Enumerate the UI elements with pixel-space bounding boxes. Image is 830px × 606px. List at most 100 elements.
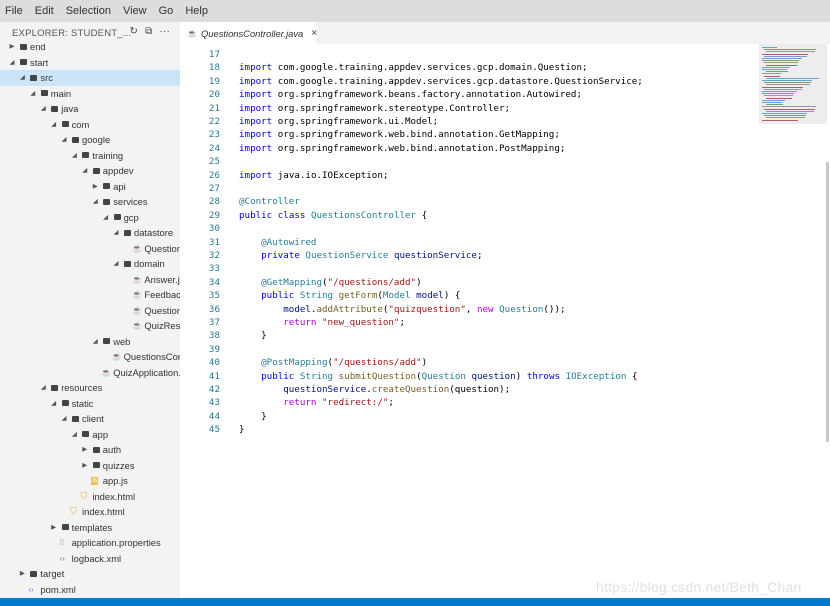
code-token: ) bbox=[515, 370, 522, 382]
chevron-down-icon[interactable]: ◢ bbox=[50, 117, 58, 133]
minimap-line bbox=[764, 95, 793, 97]
minimap[interactable] bbox=[759, 44, 827, 124]
minimap-line bbox=[762, 69, 787, 70]
chevron-down-icon[interactable]: ◢ bbox=[18, 70, 26, 86]
tree-item[interactable]: ◢ src bbox=[0, 70, 180, 86]
tree-item[interactable]: ◢ java bbox=[0, 101, 180, 117]
java-file-icon: ☕ bbox=[132, 305, 143, 315]
vertical-scrollbar[interactable] bbox=[826, 162, 829, 442]
chevron-right-icon[interactable]: ▶ bbox=[91, 179, 99, 195]
refresh-icon[interactable]: ↻ bbox=[129, 26, 138, 37]
tree-item[interactable]: ☕QuizResult.java bbox=[0, 318, 180, 334]
tree-item[interactable]: ▶ target bbox=[0, 566, 180, 582]
tree-item[interactable]: ◢ web bbox=[0, 334, 180, 350]
chevron-right-icon[interactable]: ▶ bbox=[50, 520, 58, 536]
chevron-down-icon[interactable]: ◢ bbox=[8, 55, 16, 71]
tree-item[interactable]: ⛉ index.html bbox=[0, 504, 180, 520]
tree-item[interactable]: ‹› pom.xml bbox=[0, 582, 180, 598]
menu-edit[interactable]: Edit bbox=[29, 0, 60, 22]
line-number: 17 bbox=[208, 49, 220, 60]
chevron-right-icon[interactable]: ▶ bbox=[81, 442, 89, 458]
properties-file-icon: ⁞⁞ bbox=[59, 538, 65, 547]
chevron-down-icon[interactable]: ◢ bbox=[39, 380, 47, 396]
menu-selection[interactable]: Selection bbox=[60, 0, 117, 22]
chevron-down-icon[interactable]: ◢ bbox=[39, 101, 47, 117]
tree-item[interactable]: ☕Answer.java bbox=[0, 272, 180, 288]
tree-item-label: target bbox=[40, 568, 65, 579]
tree-item[interactable]: ◢ datastore bbox=[0, 225, 180, 241]
tree-item[interactable]: ‹› logback.xml bbox=[0, 551, 180, 567]
chevron-down-icon[interactable]: ◢ bbox=[29, 86, 37, 102]
tab-questions-controller[interactable]: ☕ QuestionsController.java × bbox=[180, 22, 317, 44]
chevron-down-icon[interactable]: ◢ bbox=[91, 194, 99, 210]
chevron-down-icon[interactable]: ◢ bbox=[50, 396, 58, 412]
folder-icon bbox=[82, 148, 90, 164]
code-line: 34 @GetMapping("/questions/add") bbox=[180, 276, 740, 289]
chevron-down-icon[interactable]: ◢ bbox=[81, 163, 89, 179]
code-line: 37 return "new_question"; bbox=[180, 316, 740, 329]
tree-item[interactable]: ◢ main bbox=[0, 86, 180, 102]
code-token: class bbox=[277, 209, 306, 221]
java-file-icon: ☕ bbox=[132, 243, 143, 253]
menu-file[interactable]: File bbox=[0, 0, 29, 22]
close-icon[interactable]: × bbox=[311, 28, 317, 39]
chevron-right-icon[interactable]: ▶ bbox=[18, 566, 26, 582]
tree-item[interactable]: JS app.js bbox=[0, 473, 180, 489]
code-token: } bbox=[261, 410, 267, 422]
tree-item[interactable]: ▶ quizzes bbox=[0, 458, 180, 474]
chevron-right-icon[interactable]: ▶ bbox=[81, 458, 89, 474]
tree-item-label: api bbox=[113, 180, 126, 192]
chevron-down-icon[interactable]: ◢ bbox=[102, 210, 110, 226]
line-number: 22 bbox=[208, 116, 220, 127]
chevron-down-icon[interactable]: ◢ bbox=[91, 334, 99, 350]
chevron-down-icon[interactable]: ◢ bbox=[112, 225, 120, 241]
tree-item[interactable]: ◢ app bbox=[0, 427, 180, 443]
tree-item[interactable]: ▶ templates bbox=[0, 520, 180, 536]
chevron-right-icon[interactable]: ▶ bbox=[8, 44, 16, 55]
code-token: Model bbox=[382, 290, 411, 302]
tree-item[interactable]: ☕Feedback.java bbox=[0, 287, 180, 303]
tree-item[interactable]: ◢ client bbox=[0, 411, 180, 427]
tree-item[interactable]: ◢ domain bbox=[0, 256, 180, 272]
collapse-all-icon[interactable]: ⧉ bbox=[145, 26, 152, 37]
tree-item[interactable]: ◢ resources bbox=[0, 380, 180, 396]
tree-item[interactable]: ☕QuestionsController.j... bbox=[0, 349, 180, 365]
chevron-down-icon[interactable]: ◢ bbox=[70, 427, 78, 443]
tree-item[interactable]: ⛉ index.html bbox=[0, 489, 180, 505]
minimap-line bbox=[762, 66, 790, 68]
code-line: 40 @PostMapping("/questions/add") bbox=[180, 356, 740, 369]
tree-item-label: java bbox=[61, 103, 79, 114]
tree-item[interactable]: ◢ training bbox=[0, 148, 180, 164]
tree-item[interactable]: ◢ google bbox=[0, 132, 180, 148]
more-icon[interactable]: ··· bbox=[159, 26, 170, 37]
line-number: 42 bbox=[208, 384, 220, 395]
tree-item[interactable]: ◢ services bbox=[0, 194, 180, 210]
tree-item[interactable]: ⁞⁞ application.properties bbox=[0, 535, 180, 551]
tree-item[interactable]: ◢ start bbox=[0, 55, 180, 71]
tree-item[interactable]: ☕Question.java bbox=[0, 303, 180, 319]
chevron-down-icon[interactable]: ◢ bbox=[70, 148, 78, 164]
tree-item[interactable]: ◢ static bbox=[0, 396, 180, 412]
tree-item[interactable]: ☕QuizApplication.java bbox=[0, 365, 180, 381]
tree-item[interactable]: ◢ com bbox=[0, 117, 180, 133]
chevron-down-icon[interactable]: ◢ bbox=[60, 411, 68, 427]
tree-item-label: Answer.java bbox=[144, 273, 180, 285]
menu-view[interactable]: View bbox=[117, 0, 153, 22]
partial-line-top bbox=[239, 44, 459, 45]
folder-icon bbox=[103, 194, 111, 210]
menu-go[interactable]: Go bbox=[153, 0, 180, 22]
tree-item[interactable]: ▶ api bbox=[0, 179, 180, 195]
chevron-down-icon[interactable]: ◢ bbox=[112, 256, 120, 272]
code-editor[interactable]: 17 18 import com.google.training.appdev.se… bbox=[180, 44, 830, 598]
tree-item-label: com bbox=[71, 118, 90, 130]
minimap-line bbox=[766, 64, 797, 66]
tree-item[interactable]: ◢ gcp bbox=[0, 210, 180, 226]
tree-item[interactable]: ▶ auth bbox=[0, 442, 180, 458]
code-text: import org.springframework.stereotype.Co… bbox=[239, 102, 510, 115]
tree-item[interactable]: ☕QuestionService.j... bbox=[0, 241, 180, 257]
tree-item[interactable]: ◢ appdev bbox=[0, 163, 180, 179]
chevron-down-icon[interactable]: ◢ bbox=[60, 132, 68, 148]
menu-help[interactable]: Help bbox=[179, 0, 214, 22]
tree-item[interactable]: ▶ end bbox=[0, 44, 180, 55]
code-token: addAttribute bbox=[316, 303, 383, 315]
